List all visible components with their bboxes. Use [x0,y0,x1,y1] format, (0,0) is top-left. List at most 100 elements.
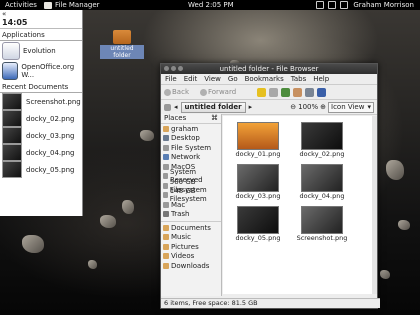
maximize-icon[interactable] [178,66,183,71]
place-item[interactable]: graham [161,124,221,134]
close-sidebar-icon[interactable]: ⌘ [211,114,218,123]
view-mode-select[interactable]: Icon View ▾ [328,101,374,113]
image-thumbnail [2,110,22,127]
menu-view[interactable]: View [204,74,221,84]
recent-doc-label: docky_03.png [26,131,75,140]
computer-icon[interactable] [305,87,315,97]
vertical-scrollbar[interactable] [372,116,377,294]
file-label: docky_05.png [235,234,281,242]
minimize-icon[interactable] [171,66,176,71]
file-browser-window: untitled folder - File Browser File Edit… [160,63,380,309]
image-thumbnail [2,161,22,178]
file-item[interactable]: docky_04.png [293,164,351,200]
app-menu[interactable]: File Manager [43,1,100,9]
file-icon-view[interactable]: docky_01.png docky_02.png docky_03.png d… [223,116,373,294]
place-item[interactable]: Downloads [161,261,221,271]
path-forward-arrow-icon[interactable]: ▸ [249,103,253,111]
collapse-button[interactable]: « [0,10,82,18]
place-label: Network [171,153,201,162]
place-item[interactable]: Desktop [161,134,221,144]
app-item-label: Evolution [23,47,56,55]
file-item[interactable]: docky_05.png [229,206,287,242]
recent-doc-item[interactable]: docky_02.png [0,110,82,127]
recent-doc-item[interactable]: Screenshot.png [0,93,82,110]
place-item[interactable]: Documents [161,221,221,233]
recent-doc-label: docky_02.png [26,114,75,123]
rock-decoration [140,130,154,141]
places-label: Places [164,114,187,122]
menu-go[interactable]: Go [228,74,238,84]
image-thumbnail [237,206,279,234]
image-thumbnail [2,127,22,144]
place-label: Downloads [171,261,210,270]
zoom-in-icon[interactable]: ⊕ [320,103,326,111]
rock-decoration [88,260,97,269]
file-item[interactable]: docky_02.png [293,122,351,158]
recent-doc-item[interactable]: docky_04.png [0,144,82,161]
videos-folder-icon [163,253,169,260]
panel-clock[interactable]: Wed 2:05 PM [188,1,234,9]
path-back-arrow-icon[interactable]: ◂ [174,103,178,111]
zoom-out-icon[interactable]: ⊖ [290,103,296,111]
back-label: Back [172,88,189,96]
volume-icon[interactable] [328,1,336,9]
up-icon[interactable] [257,87,267,97]
place-item[interactable]: Videos [161,252,221,262]
recent-doc-item[interactable]: docky_05.png [0,161,82,178]
file-label: docky_01.png [235,150,281,158]
mail-icon [2,42,20,60]
place-item[interactable]: Network [161,153,221,163]
place-item[interactable]: 148 GB Filesystem [161,187,221,203]
place-item[interactable]: File System [161,143,221,153]
edit-location-icon[interactable] [164,103,171,111]
menu-file[interactable]: File [165,74,177,84]
top-panel: Activities File Manager Wed 2:05 PM Grah… [0,0,420,10]
close-icon[interactable] [164,66,169,71]
user-menu[interactable]: Graham Morrison [353,1,414,9]
network-icon [163,154,169,161]
home-icon[interactable] [293,87,303,97]
zoom-control: ⊖ 100% ⊕ Icon View ▾ [290,101,374,113]
desktop-folder-label: untitled folder [100,45,144,59]
place-item[interactable]: Trash [161,210,221,220]
menu-help[interactable]: Help [313,74,329,84]
recent-doc-label: Screenshot.png [26,97,81,106]
file-item[interactable]: docky_03.png [229,164,287,200]
shell-clock: 14:05 [0,18,82,29]
back-button[interactable]: Back [164,88,189,96]
toolbar: Back Forward [161,85,377,100]
menu-tabs[interactable]: Tabs [291,74,307,84]
menu-edit[interactable]: Edit [184,74,198,84]
forward-button[interactable]: Forward [200,88,236,96]
breadcrumb[interactable]: untitled folder [180,101,246,113]
rock-decoration [386,160,404,180]
place-label: Videos [171,252,195,261]
rock-decoration [22,235,44,253]
stop-icon[interactable] [269,87,279,97]
image-thumbnail [301,122,343,150]
app-item-openoffice[interactable]: OpenOffice.org W... [0,61,82,81]
search-icon[interactable] [317,87,327,97]
music-folder-icon [163,234,169,241]
image-thumbnail [301,206,343,234]
file-label: docky_02.png [299,150,345,158]
network-icon[interactable] [340,1,348,9]
accessibility-icon[interactable] [316,1,324,9]
reload-icon[interactable] [281,87,291,97]
places-header[interactable]: Places ⌘ [161,114,221,124]
app-item-evolution[interactable]: Evolution [0,41,82,61]
place-item[interactable]: Pictures [161,242,221,252]
place-label: File System [171,143,212,152]
desktop-folder[interactable]: untitled folder [100,30,144,59]
file-item[interactable]: Screenshot.png [293,206,351,242]
place-item[interactable]: Music [161,233,221,243]
folder-icon [113,30,131,44]
window-titlebar[interactable]: untitled folder - File Browser [161,64,377,74]
home-folder-icon [163,125,169,132]
menu-bookmarks[interactable]: Bookmarks [245,74,284,84]
recent-doc-item[interactable]: docky_03.png [0,127,82,144]
place-label: Desktop [171,134,200,143]
file-item[interactable]: docky_01.png [229,122,287,158]
drive-icon [163,163,169,170]
activities-button[interactable]: Activities [0,1,42,9]
